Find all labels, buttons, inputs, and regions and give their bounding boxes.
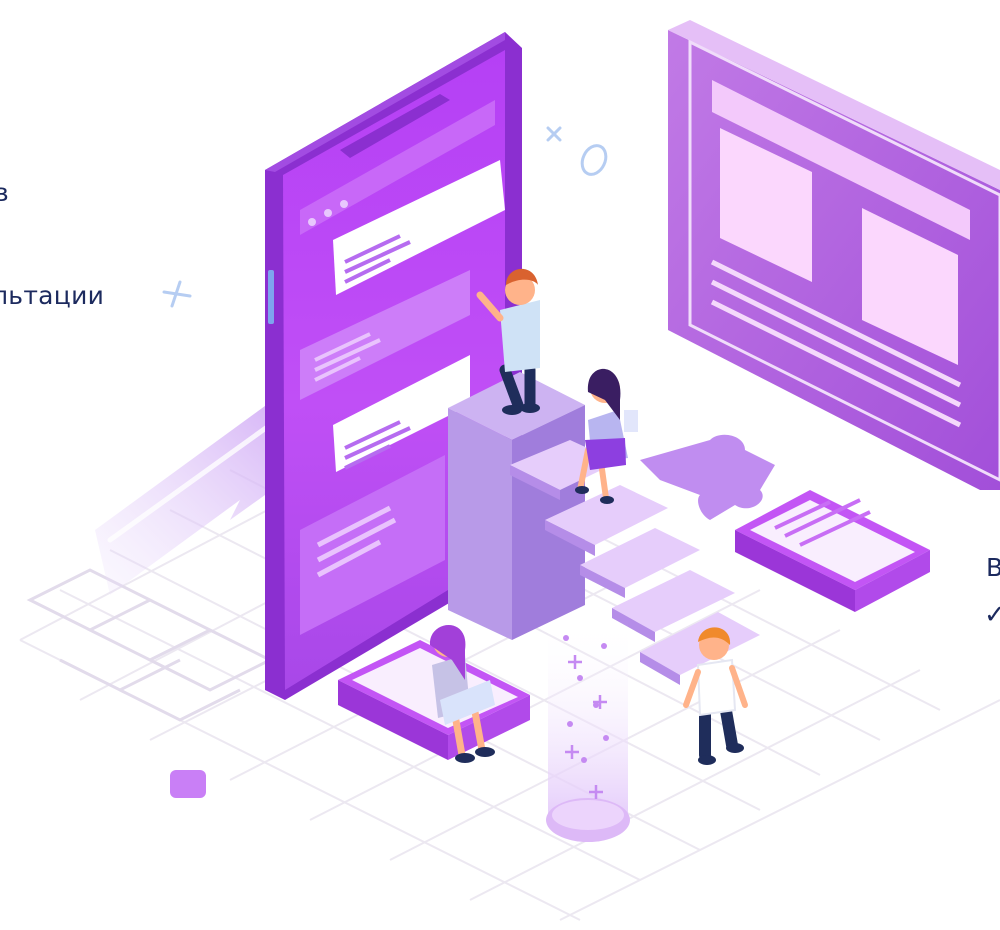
check-icon: ✓: [984, 600, 1000, 630]
cross-icon: [546, 126, 562, 142]
overlay-text-3: В: [986, 553, 1000, 582]
document-stack-left: [338, 640, 530, 760]
isometric-illustration: [19, 20, 1000, 921]
monitor: [668, 20, 1000, 490]
overlay-text-2: льтации: [0, 281, 105, 310]
document-stack-right: [735, 490, 930, 612]
sparkle-tube: [546, 620, 630, 842]
small-tile: [170, 770, 206, 798]
overlay-text-1: в: [0, 178, 10, 207]
circle-icon: [580, 144, 608, 176]
plus-sparkle-icon: [162, 280, 192, 308]
